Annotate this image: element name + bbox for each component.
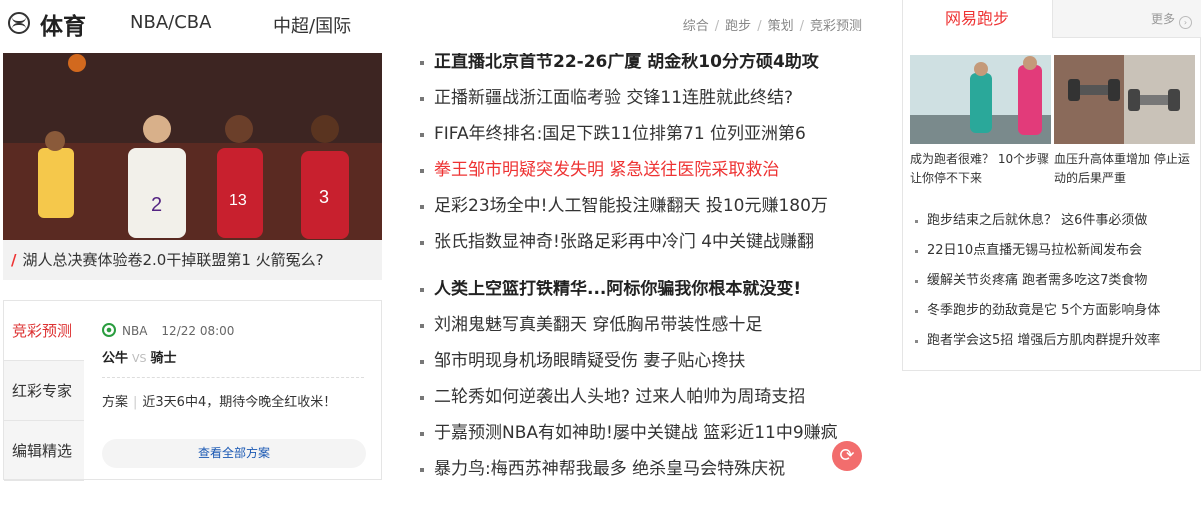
hero-caption[interactable]: / 湖人总决赛体验卷2.0干掉联盟第1 火箭冤么? (11, 249, 324, 270)
news-link[interactable]: 足彩23场全中!人工智能投注赚翻天 投10元赚180万 (434, 196, 828, 216)
divider (102, 377, 364, 378)
news-link[interactable]: 暴力鸟:梅西苏神帮我最多 绝杀皇马会特殊庆祝 (434, 459, 785, 479)
thumb-runners-image[interactable] (910, 55, 1051, 144)
list-item[interactable]: 冬季跑步的劲敌竟是它 5个方面影响身体 (915, 302, 1195, 332)
news-link[interactable]: 于嘉预测NBA有如神助!屡中关键战 篮彩近11中9赚疯 (434, 423, 838, 443)
match-league: NBA (122, 324, 148, 338)
news-link[interactable]: 正直播北京首节22-26广厦 胡金秋10分方硕4助攻 (434, 53, 819, 72)
more-link[interactable]: 更多 › (1151, 10, 1192, 29)
tab-expert[interactable]: 红彩专家 (4, 361, 84, 421)
thumb-caption[interactable]: 血压升高体重增加 停止运动的后果严重 (1054, 150, 1196, 188)
sub-nav-general[interactable]: 综合 (683, 19, 709, 34)
sub-nav-features[interactable]: 策划 (768, 19, 794, 34)
list-item[interactable]: 人类上空篮打铁精华...阿标你骗我你根本就没变! (420, 280, 870, 316)
thumb-caption[interactable]: 成为跑者很难？ 10个步骤让你停不下来 (910, 150, 1052, 188)
view-all-plans-button[interactable]: 查看全部方案 (102, 439, 366, 468)
tab-lottery-prediction[interactable]: 竞彩预测 (4, 301, 84, 361)
running-panel: 网易跑步 更多 › 成为跑者很难？ 10个步骤让你停不下来 血压升高体重增加 停止… (902, 0, 1201, 371)
lottery-content: NBA 12/22 08:00 公牛 VS 骑士 方案 | 近3天6中4，期待今晚全红收米… (98, 301, 370, 479)
caption-slash-icon: / (11, 251, 17, 269)
running-news-list: 跑步结束之后就休息？ 这6件事必须做 22日10点直播无锡马拉松新闻发布会 缓解… (915, 212, 1195, 362)
news-link[interactable]: 邹市明现身机场眼睛疑受伤 妻子贴心搀扶 (434, 351, 745, 371)
ball-icon (102, 323, 116, 337)
news-link[interactable]: 二轮秀如何逆袭出人头地? 过来人帕帅为周琦支招 (434, 387, 805, 407)
news-link[interactable]: 刘湘鬼魅写真美翻天 穿低胸吊带装性感十足 (434, 315, 762, 335)
basketball-players-photo[interactable]: 2 13 3 (3, 53, 382, 240)
list-item[interactable]: 张氏指数显神奇!张路足彩再中冷门 4中关键战赚翻 (420, 233, 870, 269)
section-title[interactable]: 体育 (40, 7, 86, 41)
hero-caption-text[interactable]: 湖人总决赛体验卷2.0干掉联盟第1 火箭冤么? (22, 251, 323, 269)
tab-editor-picks[interactable]: 编辑精选 (4, 421, 84, 481)
news-list-top: 正直播北京首节22-26广厦 胡金秋10分方硕4助攻 正播新疆战浙江面临考验 交… (420, 53, 870, 269)
list-item[interactable]: 足彩23场全中!人工智能投注赚翻天 投10元赚180万 (420, 197, 870, 233)
list-item[interactable]: 正播新疆战浙江面临考验 交锋11连胜就此终结? (420, 89, 870, 125)
plan-text[interactable]: 近3天6中4，期待今晚全红收米！ (142, 395, 336, 410)
list-item[interactable]: 于嘉预测NBA有如神助!屡中关键战 篮彩近11中9赚疯 (420, 424, 870, 460)
svg-text:2: 2 (151, 194, 162, 216)
list-item[interactable]: 跑步结束之后就休息？ 这6件事必须做 (915, 212, 1195, 242)
svg-text:13: 13 (229, 192, 247, 209)
list-item[interactable]: FIFA年终排名:国足下跌11位排第71 位列亚洲第6 (420, 125, 870, 161)
list-item[interactable]: 正直播北京首节22-26广厦 胡金秋10分方硕4助攻 (420, 53, 870, 89)
news-link[interactable]: 拳王邹市明疑突发失明 紧急送往医院采取救治 (434, 160, 779, 180)
sub-nav-lottery[interactable]: 竞彩预测 (810, 19, 862, 34)
section-header: 体育 NBA/CBA 中超/国际 综合 / 跑步 / 策划 / 竞彩预测 (0, 0, 870, 46)
news-list-bottom: 人类上空篮打铁精华...阿标你骗我你根本就没变! 刘湘鬼魅写真美翻天 穿低胸吊带… (420, 280, 870, 496)
home-team: 公牛 (102, 351, 129, 366)
lottery-panel: 竞彩预测 红彩专家 编辑精选 NBA 12/22 08:00 公牛 VS 骑士 方案 |… (3, 300, 382, 481)
news-link[interactable]: 正播新疆战浙江面临考验 交锋11连胜就此终结? (434, 88, 793, 108)
list-item[interactable]: 二轮秀如何逆袭出人头地? 过来人帕帅为周琦支招 (420, 388, 870, 424)
away-team: 骑士 (150, 351, 177, 366)
list-item[interactable]: 刘湘鬼魅写真美翻天 穿低胸吊带装性感十足 (420, 316, 870, 352)
list-item[interactable]: 暴力鸟:梅西苏神帮我最多 绝杀皇马会特殊庆祝 (420, 460, 870, 496)
list-item[interactable]: 跑者学会这5招 增强后方肌肉群提升效率 (915, 332, 1195, 362)
match-datetime: 12/22 08:00 (161, 324, 235, 338)
thumb-dumbbell-image[interactable] (1054, 55, 1195, 144)
svg-text:3: 3 (319, 187, 329, 207)
news-link[interactable]: 人类上空篮打铁精华...阿标你骗我你根本就没变! (434, 280, 801, 299)
chevron-right-icon: › (1179, 16, 1192, 29)
list-item[interactable]: 邹市明现身机场眼睛疑受伤 妻子贴心搀扶 (420, 352, 870, 388)
match-meta: NBA 12/22 08:00 (102, 323, 234, 338)
nav-csl-intl[interactable]: 中超/国际 (273, 12, 351, 38)
news-link[interactable]: 张氏指数显神奇!张路足彩再中冷门 4中关键战赚翻 (434, 232, 814, 252)
sports-logo-icon (8, 12, 30, 34)
list-item[interactable]: 拳王邹市明疑突发失明 紧急送往医院采取救治 (420, 161, 870, 197)
sub-nav: 综合 / 跑步 / 策划 / 竞彩预测 (682, 19, 862, 34)
vs-label: VS (132, 352, 147, 365)
plan-row[interactable]: 方案 | 近3天6中4，期待今晚全红收米！ (102, 391, 336, 410)
refresh-icon[interactable]: ⟳ (832, 441, 862, 471)
hero-feature[interactable]: 2 13 3 / 湖人总决赛体验卷2.0干掉联盟第1 火箭冤么? (3, 53, 382, 280)
list-item[interactable]: 22日10点直播无锡马拉松新闻发布会 (915, 242, 1195, 272)
lottery-tabs: 竞彩预测 红彩专家 编辑精选 (4, 301, 84, 481)
match-teams[interactable]: 公牛 VS 骑士 (102, 347, 177, 366)
more-label: 更多 (1150, 12, 1175, 26)
nav-nba-cba[interactable]: NBA/CBA (130, 12, 211, 33)
list-item[interactable]: 缓解关节炎疼痛 跑者需多吃这7类食物 (915, 272, 1195, 302)
plan-label: 方案 (102, 395, 129, 410)
tab-running[interactable]: 网易跑步 (903, 0, 1053, 38)
sub-nav-running[interactable]: 跑步 (725, 19, 751, 34)
news-link[interactable]: FIFA年终排名:国足下跌11位排第71 位列亚洲第6 (434, 124, 806, 144)
